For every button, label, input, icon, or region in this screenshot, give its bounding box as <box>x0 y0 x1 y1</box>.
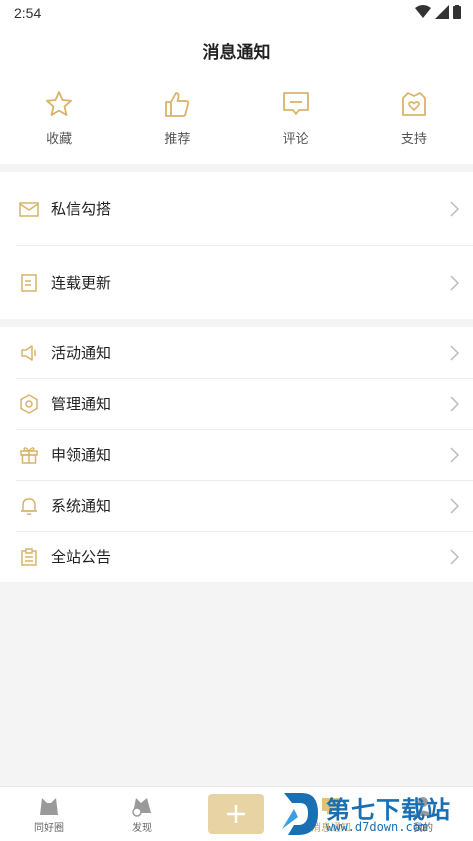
chevron-right-icon <box>450 446 459 463</box>
menu-item-label: 全站公告 <box>51 549 112 566</box>
tab-label: 同好圈 <box>34 823 64 834</box>
chevron-right-icon <box>450 395 459 412</box>
create-post-button[interactable] <box>208 794 264 834</box>
star-icon <box>46 91 73 116</box>
comment-icon <box>282 92 309 115</box>
header: 消息通知 <box>0 28 473 72</box>
quick-item-favorites[interactable]: 收藏 <box>0 72 118 164</box>
menu-item-serial-updates[interactable]: 连载更新 <box>0 257 473 308</box>
quick-actions: 收藏 推荐 评论 支持 <box>0 72 473 164</box>
message-group-2: 活动通知 管理通知 申领通知 系统通知 全站公告 <box>0 327 473 582</box>
menu-item-private-messages[interactable]: 私信勾搭 <box>0 183 473 234</box>
gift-icon <box>20 446 38 464</box>
chevron-right-icon <box>450 344 459 361</box>
quick-item-comments[interactable]: 评论 <box>237 72 355 164</box>
tab-circle[interactable]: 同好圈 <box>14 787 84 841</box>
quick-item-label: 收藏 <box>46 131 73 146</box>
chevron-right-icon <box>450 497 459 514</box>
menu-item-admin-notifications[interactable]: 管理通知 <box>0 378 473 429</box>
menu-item-label: 私信勾搭 <box>51 201 112 218</box>
heart-gift-icon <box>401 92 426 116</box>
menu-item-label: 系统通知 <box>51 498 112 515</box>
quick-item-label: 支持 <box>400 131 427 146</box>
menu-item-activity-notifications[interactable]: 活动通知 <box>0 327 473 378</box>
quick-item-label: 推荐 <box>164 131 191 146</box>
menu-item-system-notifications[interactable]: 系统通知 <box>0 480 473 531</box>
status-time: 2:54 <box>14 5 42 21</box>
menu-item-label: 申领通知 <box>51 447 112 464</box>
plus-icon <box>227 805 245 823</box>
document-icon <box>21 273 37 292</box>
menu-item-label: 连载更新 <box>51 275 112 292</box>
menu-item-label: 活动通知 <box>51 345 112 362</box>
speaker-icon <box>21 344 36 361</box>
divider <box>16 245 473 246</box>
mail-icon <box>19 201 39 217</box>
quick-item-recommend[interactable]: 推荐 <box>118 72 236 164</box>
page-title: 消息通知 <box>202 43 271 62</box>
tab-discover[interactable]: 发现 <box>107 787 177 841</box>
menu-item-site-announcements[interactable]: 全站公告 <box>0 531 473 582</box>
clipboard-icon <box>21 547 37 566</box>
chevron-right-icon <box>450 200 459 217</box>
thumbs-up-icon <box>165 92 190 117</box>
signal-icon <box>435 5 449 19</box>
menu-item-claim-notifications[interactable]: 申领通知 <box>0 429 473 480</box>
cat-icon <box>40 798 58 815</box>
watermark-url: www.d7down.com <box>326 820 428 834</box>
chevron-right-icon <box>450 548 459 565</box>
wifi-icon <box>415 5 431 18</box>
quick-item-support[interactable]: 支持 <box>355 72 473 164</box>
menu-item-label: 管理通知 <box>51 396 112 413</box>
status-icons <box>415 5 461 19</box>
hexagon-icon <box>20 393 38 414</box>
status-bar: 2:54 <box>0 0 473 28</box>
battery-icon <box>453 5 461 19</box>
message-group-1: 私信勾搭 连载更新 <box>0 172 473 319</box>
bell-icon <box>21 497 37 515</box>
tab-label: 发现 <box>132 823 152 834</box>
chevron-right-icon <box>450 274 459 291</box>
watermark: 第七下载站 www.d7down.com <box>280 788 473 840</box>
watermark-logo-icon <box>282 793 318 835</box>
quick-item-label: 评论 <box>282 131 309 146</box>
fox-icon <box>132 798 151 817</box>
